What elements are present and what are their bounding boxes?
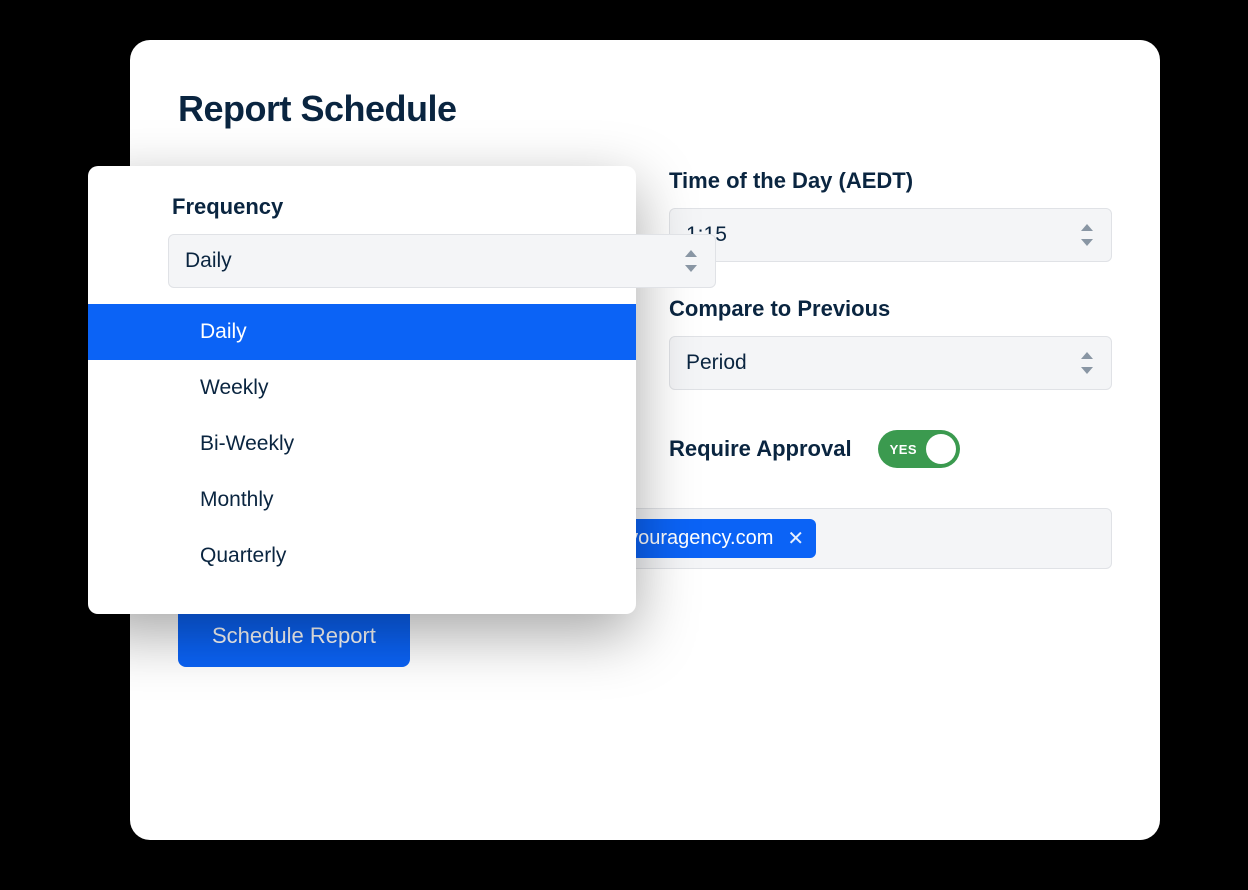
frequency-option[interactable]: Daily (88, 304, 636, 360)
remove-chip-icon[interactable]: ✕ (787, 529, 804, 549)
chevron-sort-icon (1079, 352, 1095, 374)
approval-field: Require Approval YES (669, 424, 1112, 474)
frequency-option[interactable]: Bi-Weekly (88, 416, 636, 472)
approval-label: Require Approval (669, 436, 852, 462)
frequency-option[interactable]: Monthly (88, 472, 636, 528)
page-title: Report Schedule (178, 88, 1112, 130)
frequency-option[interactable]: Weekly (88, 360, 636, 416)
toggle-state: YES (890, 442, 918, 457)
approval-toggle[interactable]: YES (878, 430, 960, 468)
frequency-dropdown-panel: Frequency Daily DailyWeeklyBi-WeeklyMont… (88, 166, 636, 614)
compare-label: Compare to Previous (669, 296, 1112, 322)
toggle-knob (926, 434, 956, 464)
frequency-value: Daily (185, 249, 232, 273)
frequency-option[interactable]: Quarterly (88, 528, 636, 584)
time-select[interactable]: 1:15 (669, 208, 1112, 262)
compare-value: Period (686, 351, 747, 375)
chevron-sort-icon (1079, 224, 1095, 246)
time-field: Time of the Day (AEDT) 1:15 (669, 168, 1112, 262)
frequency-select-open[interactable]: Daily (168, 234, 716, 288)
time-label: Time of the Day (AEDT) (669, 168, 1112, 194)
chevron-sort-icon (683, 250, 699, 272)
compare-field: Compare to Previous Period (669, 296, 1112, 390)
schedule-report-button[interactable]: Schedule Report (178, 605, 410, 667)
compare-select[interactable]: Period (669, 336, 1112, 390)
frequency-options-list: DailyWeeklyBi-WeeklyMonthlyQuarterly (88, 304, 636, 584)
frequency-label: Frequency (88, 194, 636, 234)
